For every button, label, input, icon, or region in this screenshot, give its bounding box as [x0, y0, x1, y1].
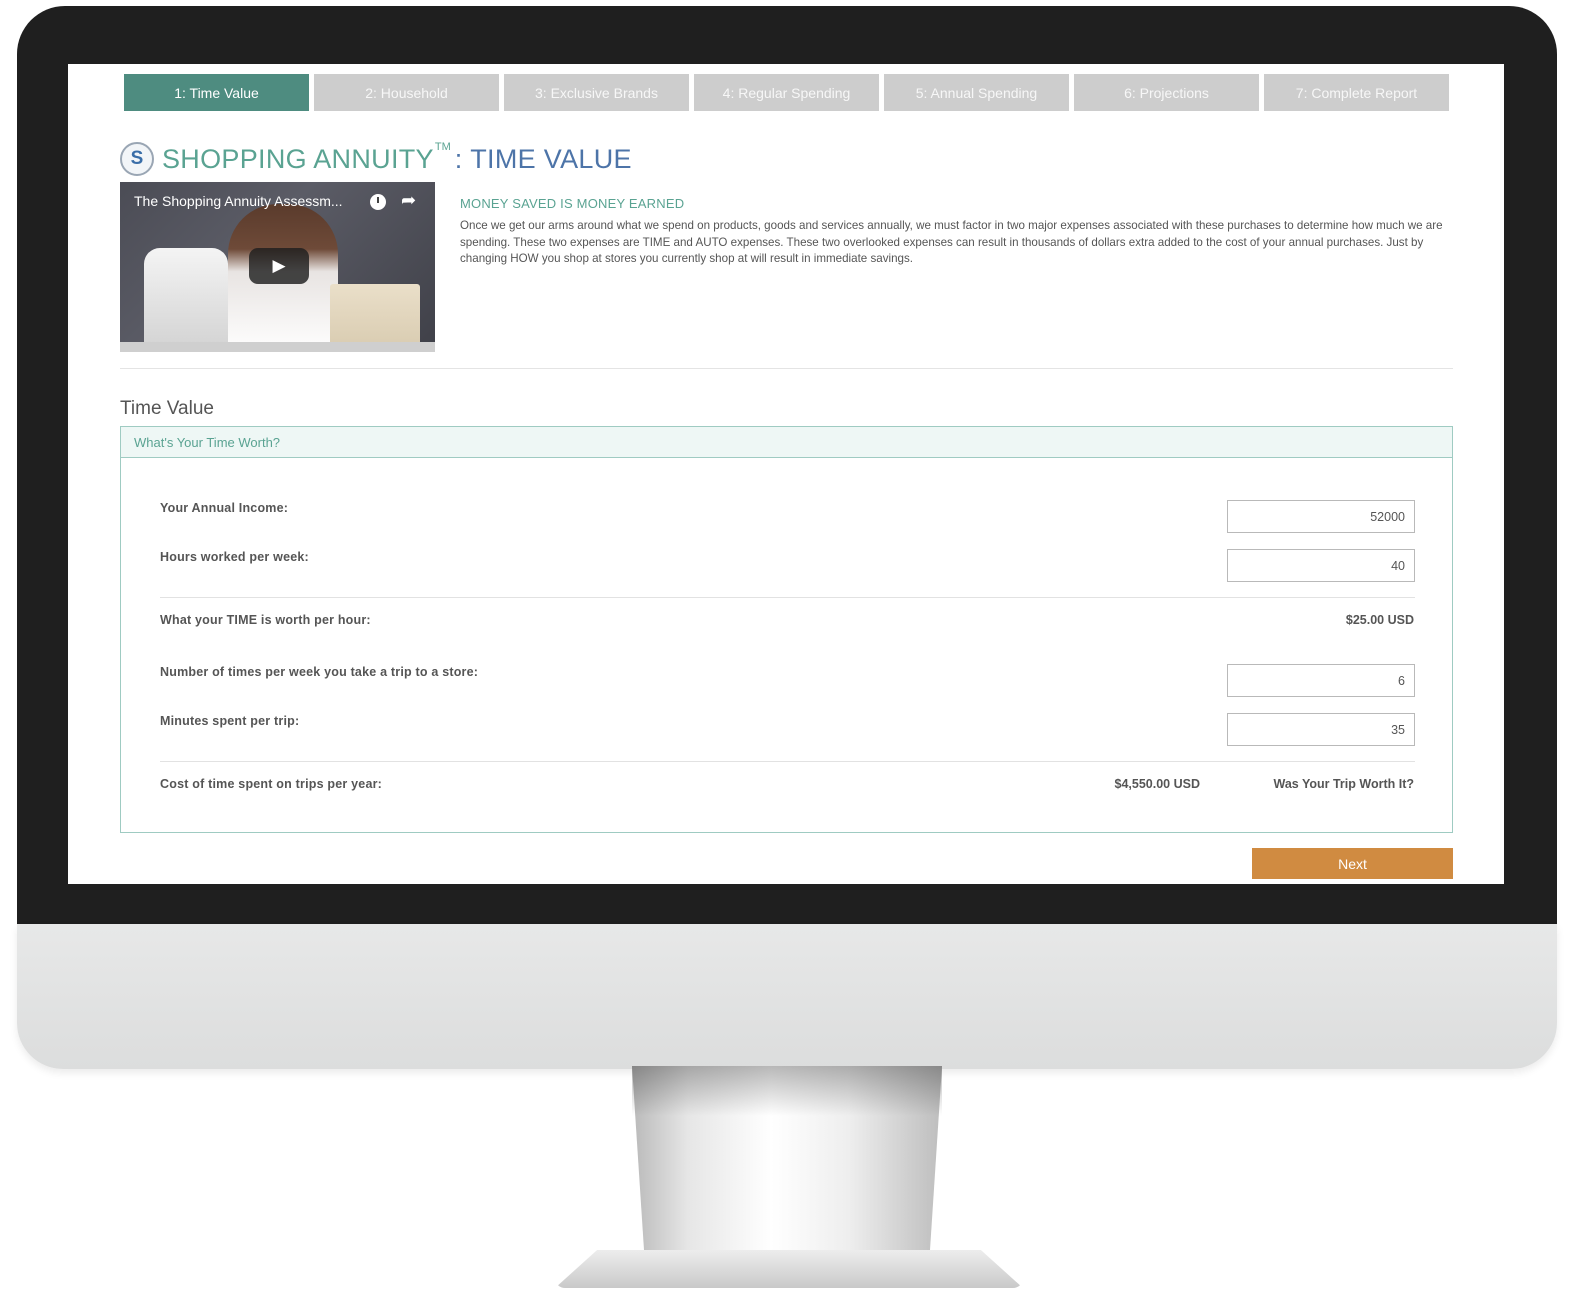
page-title: S SHOPPING ANNUITY TM : TIME VALUE	[120, 141, 632, 176]
share-icon[interactable]: ➦	[401, 190, 416, 211]
time-worth-panel: What's Your Time Worth? Your Annual Inco…	[120, 426, 1453, 833]
video-player[interactable]: The Shopping Annuity Assessm... ➦ ▶	[120, 182, 435, 352]
minutes-per-trip-input[interactable]	[1227, 713, 1415, 746]
shopping-annuity-logo: S	[120, 142, 154, 176]
title-brand: SHOPPING ANNUITY	[162, 143, 434, 174]
trips-per-week-label: Number of times per week you take a trip…	[160, 665, 479, 679]
cost-per-year-value: $4,550.00 USD	[1114, 777, 1200, 791]
intro-text: Once we get our arms around what we spen…	[460, 219, 1443, 265]
video-title[interactable]: The Shopping Annuity Assessm...	[134, 193, 343, 209]
intro-block: MONEY SAVED IS MONEY EARNED Once we get …	[460, 196, 1450, 268]
time-worth-label: What your TIME is worth per hour:	[160, 613, 371, 627]
annual-income-input[interactable]	[1227, 500, 1415, 533]
time-worth-value: $25.00 USD	[1345, 613, 1414, 627]
monitor-base	[555, 1250, 1023, 1288]
play-icon[interactable]: ▶	[249, 248, 309, 284]
trips-per-week-input[interactable]	[1227, 664, 1415, 697]
trip-worth-note: Was Your Trip Worth It?	[1273, 777, 1414, 791]
next-button[interactable]: Next	[1252, 848, 1453, 879]
hours-per-week-label: Hours worked per week:	[160, 550, 309, 564]
title-separator: :	[454, 143, 463, 174]
video-thumbnail-table	[120, 342, 435, 352]
step-tabs: 1: Time Value 2: Household 3: Exclusive …	[124, 74, 1449, 111]
form-divider	[160, 597, 1415, 598]
clock-icon[interactable]	[370, 194, 386, 210]
title-section: TIME VALUE	[470, 143, 632, 174]
video-thumbnail-chair	[144, 248, 228, 352]
panel-heading: What's Your Time Worth?	[121, 427, 1452, 458]
minutes-per-trip-label: Minutes spent per trip:	[160, 714, 300, 728]
form-divider	[160, 761, 1415, 762]
annual-income-label: Your Annual Income:	[160, 501, 289, 515]
hours-per-week-input[interactable]	[1227, 549, 1415, 582]
section-title: Time Value	[120, 398, 214, 419]
tab-projections[interactable]: 6: Projections	[1074, 74, 1259, 111]
app-screen: 1: Time Value 2: Household 3: Exclusive …	[68, 64, 1504, 884]
tab-complete-report[interactable]: 7: Complete Report	[1264, 74, 1449, 111]
tab-annual-spending[interactable]: 5: Annual Spending	[884, 74, 1069, 111]
cost-per-year-label: Cost of time spent on trips per year:	[160, 777, 383, 791]
intro-heading: MONEY SAVED IS MONEY EARNED	[460, 196, 685, 211]
video-thumbnail-laptop	[330, 284, 420, 348]
monitor-stand-shadow	[632, 1066, 942, 1116]
monitor-chin	[17, 924, 1557, 1069]
tab-exclusive-brands[interactable]: 3: Exclusive Brands	[504, 74, 689, 111]
section-divider	[120, 368, 1453, 369]
title-trademark: TM	[434, 141, 451, 153]
tab-time-value[interactable]: 1: Time Value	[124, 74, 309, 111]
tab-regular-spending[interactable]: 4: Regular Spending	[694, 74, 879, 111]
tab-household[interactable]: 2: Household	[314, 74, 499, 111]
